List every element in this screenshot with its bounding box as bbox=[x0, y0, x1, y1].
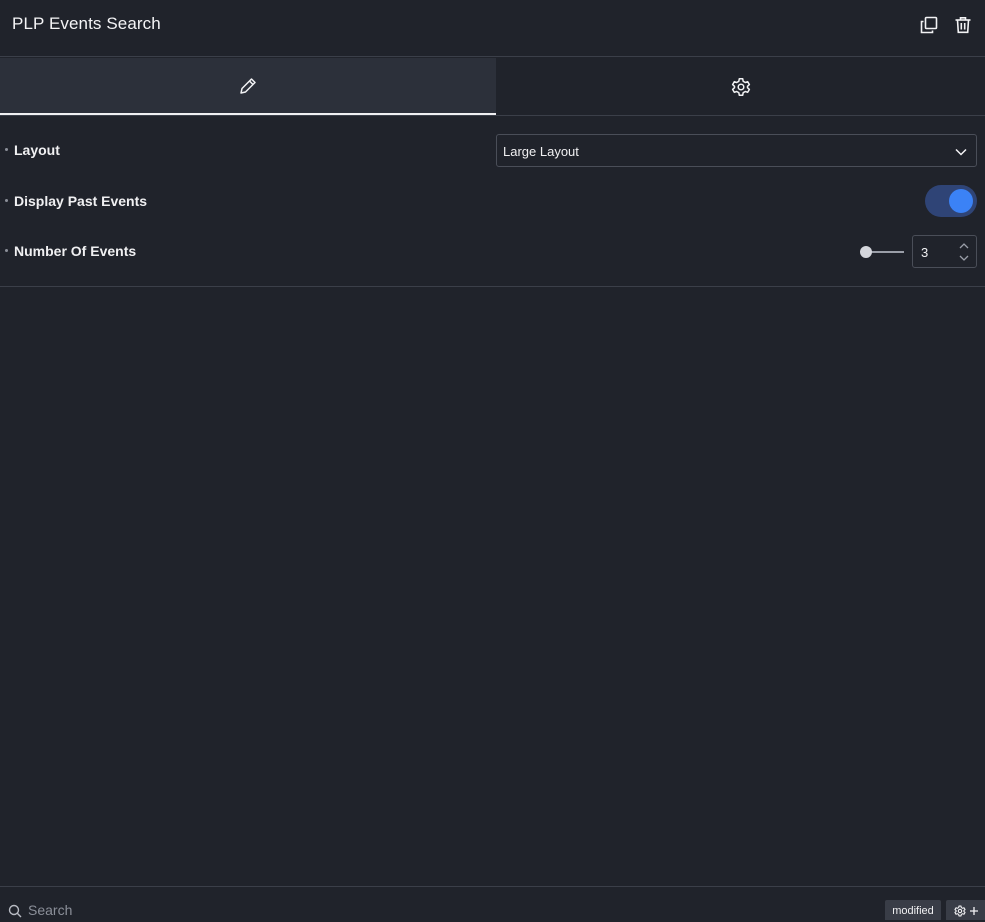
panel-tabs bbox=[0, 58, 985, 116]
label-bullet bbox=[5, 199, 8, 202]
section-divider bbox=[0, 286, 985, 287]
pencil-icon bbox=[240, 77, 256, 94]
duplicate-icon bbox=[920, 16, 938, 34]
search-icon bbox=[8, 904, 22, 918]
trash-icon bbox=[955, 17, 971, 34]
panel-title: PLP Events Search bbox=[12, 14, 161, 33]
slider-thumb[interactable] bbox=[860, 246, 872, 258]
chevron-down-icon bbox=[959, 255, 969, 261]
layout-select-value: Large Layout bbox=[503, 144, 579, 159]
number-of-events-control: Number Of Events bbox=[0, 235, 985, 268]
panel-settings-button[interactable] bbox=[946, 900, 985, 920]
number-of-events-value: 3 bbox=[921, 245, 929, 260]
modified-badge[interactable]: modified bbox=[885, 900, 941, 920]
plus-icon bbox=[970, 907, 978, 915]
number-of-events-label: Number Of Events bbox=[14, 243, 137, 259]
delete-button[interactable] bbox=[952, 14, 974, 36]
gear-icon bbox=[954, 905, 966, 917]
display-past-events-toggle[interactable] bbox=[925, 185, 977, 217]
decrement-button[interactable] bbox=[958, 253, 970, 263]
tab-content[interactable] bbox=[0, 58, 496, 115]
chevron-down-icon bbox=[955, 148, 967, 156]
search-input[interactable] bbox=[24, 901, 324, 919]
display-past-events-label: Display Past Events bbox=[14, 193, 148, 209]
number-of-events-input[interactable]: 3 bbox=[912, 235, 977, 268]
chevron-up-icon bbox=[959, 243, 969, 249]
panel-header: PLP Events Search bbox=[0, 0, 985, 57]
number-of-events-slider[interactable] bbox=[858, 243, 906, 261]
panel-footer: modified bbox=[0, 886, 985, 920]
label-bullet bbox=[5, 148, 8, 151]
label-bullet bbox=[5, 249, 8, 252]
layout-select[interactable]: Large Layout bbox=[496, 134, 977, 167]
tab-advanced[interactable] bbox=[496, 58, 985, 115]
display-past-events-control: Display Past Events bbox=[0, 185, 985, 217]
increment-button[interactable] bbox=[958, 241, 970, 251]
gear-icon bbox=[731, 77, 750, 96]
toggle-knob bbox=[949, 189, 973, 213]
duplicate-button[interactable] bbox=[918, 14, 940, 36]
layout-label: Layout bbox=[14, 142, 60, 158]
